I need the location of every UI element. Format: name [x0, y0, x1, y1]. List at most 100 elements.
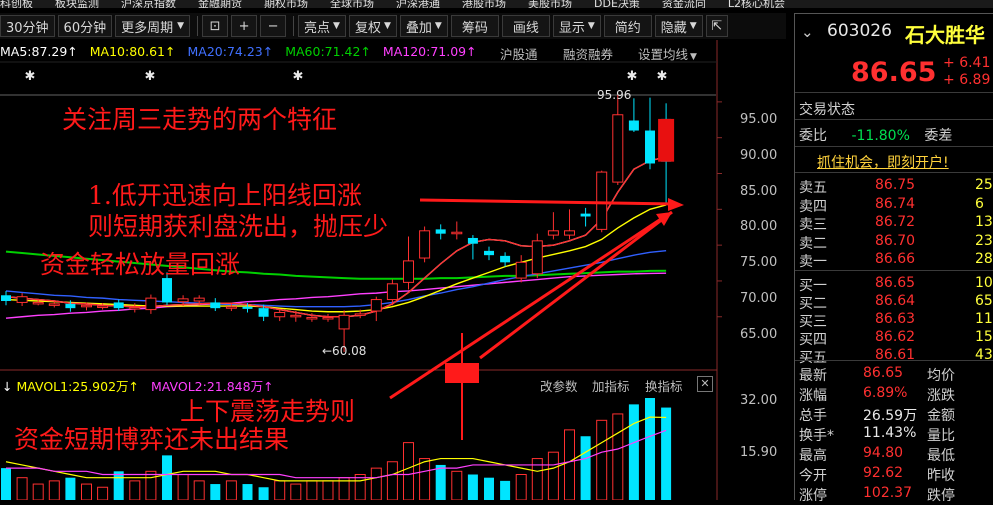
- candle-body: [225, 306, 237, 309]
- stat-row: 今开 92.62 昨收: [799, 465, 993, 484]
- weicha-label: 委差: [924, 128, 953, 144]
- volume-bar: [113, 471, 124, 500]
- mavol2-label: MAVOL2:21.848万↑: [151, 379, 274, 394]
- volume-bar: [645, 398, 655, 500]
- ask-row[interactable]: 卖三 86.72 13: [799, 214, 993, 233]
- ask-label: 卖四: [799, 198, 827, 215]
- candle-body: [628, 120, 639, 131]
- stat-row: 最新 86.65 均价: [799, 365, 993, 384]
- ask-row[interactable]: 卖一 86.66 288: [799, 251, 993, 270]
- volume-bar: [32, 483, 44, 500]
- volume-bar: [661, 407, 672, 500]
- vol-bar-icon: ↓: [2, 379, 13, 394]
- change-pct-sign: +: [943, 72, 960, 88]
- volume-bar: [210, 484, 221, 500]
- volume-bar: [451, 470, 463, 500]
- stat-row: 最高 94.80 最低: [799, 445, 993, 464]
- change-value: 6.41: [959, 55, 991, 71]
- volume-bar: [162, 455, 172, 500]
- ask-row[interactable]: 卖五 86.75 25: [799, 177, 993, 196]
- promo-link[interactable]: 抓住机会，即刻开户!: [817, 152, 949, 172]
- bid-row[interactable]: 买三 86.63 11: [799, 311, 993, 330]
- bid-price: 86.64: [875, 293, 916, 309]
- volume-bar: [484, 477, 494, 500]
- volume-bar: [322, 480, 334, 500]
- stat-label-2: 金额: [927, 408, 955, 424]
- volume-bar: [81, 483, 92, 500]
- volume-bar: [354, 474, 366, 500]
- volume-bar: [386, 461, 398, 500]
- candle-body: [596, 171, 608, 230]
- switch-indicator-button[interactable]: 换指标: [645, 376, 683, 395]
- annotation-line3: 资金轻松放量回涨: [40, 250, 241, 279]
- candle-body: [580, 213, 591, 217]
- volume-bar: [129, 480, 141, 500]
- candle-body: [81, 304, 92, 308]
- candle-body: [145, 297, 157, 311]
- bid-label: 买一: [799, 278, 827, 294]
- stat-label: 今开: [799, 468, 827, 484]
- stock-code: 603026: [827, 21, 892, 41]
- price-tick-label: 65.00: [740, 326, 778, 342]
- candle-body: [612, 114, 624, 183]
- chevron-down-icon[interactable]: ⌄: [801, 23, 814, 41]
- bid-row[interactable]: 买四 86.62 15: [799, 329, 993, 348]
- candle-body: [386, 283, 398, 301]
- trade-status-label: 交易状态: [799, 102, 855, 118]
- candle-body: [564, 230, 575, 236]
- info-star-icon: ✱: [25, 69, 36, 84]
- weibi-row: 委比 -11.80% 委差: [799, 125, 952, 145]
- ask-row[interactable]: 卖四 86.74 6: [799, 195, 993, 215]
- change-param-button[interactable]: 改参数: [540, 376, 578, 395]
- ask-price: 86.75: [875, 177, 916, 193]
- candle-body: [322, 316, 334, 320]
- candle-body: [403, 260, 414, 283]
- bid-price: 86.63: [875, 311, 916, 327]
- high-price-label: 95.96: [597, 88, 632, 102]
- volume-bar: [145, 470, 157, 500]
- annotation-line2: 则短期获利盘洗出，抛压少: [88, 212, 389, 241]
- stat-label-2: 昨收: [927, 468, 955, 484]
- stat-label-2: 跌停: [927, 488, 955, 504]
- candle-body: [306, 316, 318, 320]
- price-tick-label: 80.00: [740, 219, 778, 235]
- volume-bar: [225, 480, 237, 500]
- volume-tick-label: 32.00: [740, 393, 778, 408]
- price-tick-label: 75.00: [740, 255, 778, 271]
- annotation-arrow-2: [389, 215, 665, 400]
- ask-row[interactable]: 卖二 86.70 23: [799, 232, 993, 252]
- stat-label: 涨停: [799, 488, 827, 504]
- candle-body: [467, 237, 478, 244]
- ask-volume: 13: [975, 214, 993, 230]
- candle-body: [16, 296, 28, 303]
- candle-body: [32, 301, 44, 305]
- ask-price: 86.70: [875, 232, 916, 249]
- volume-bar: [306, 480, 318, 500]
- annotation-arrow-3: [479, 210, 673, 360]
- ask-volume: 6: [975, 195, 984, 212]
- volume-bar: [48, 480, 60, 500]
- close-icon[interactable]: ✕: [697, 376, 713, 392]
- price-change: + 6.41 + 6.89: [943, 55, 990, 89]
- volume-bar: [500, 480, 511, 500]
- bid-row[interactable]: 买五 86.61 43: [799, 347, 993, 366]
- stat-label: 换手*: [799, 428, 834, 444]
- candle-body: [290, 314, 302, 318]
- stat-label: 总手: [799, 408, 827, 424]
- add-indicator-button[interactable]: 加指标: [592, 376, 630, 395]
- volume-bar: [65, 477, 76, 500]
- ask-price: 86.74: [875, 195, 916, 212]
- bid-row[interactable]: 买二 86.64 65: [799, 293, 993, 312]
- candle-body: [338, 314, 350, 330]
- stat-value: 86.65: [863, 365, 904, 381]
- volume-bar: [515, 474, 527, 500]
- stat-label-2: 涨跌: [927, 388, 955, 404]
- bid-row[interactable]: 买一 86.65 108: [799, 275, 993, 294]
- ask-label: 卖三: [799, 217, 827, 233]
- bid-label: 买四: [799, 332, 827, 348]
- candle-body: [113, 302, 124, 309]
- candle-body: [258, 308, 269, 317]
- stat-label: 最新: [799, 368, 827, 384]
- info-star-icon: ✱: [145, 69, 156, 84]
- mavol1-label: MAVOL1:25.902万↑: [16, 379, 140, 394]
